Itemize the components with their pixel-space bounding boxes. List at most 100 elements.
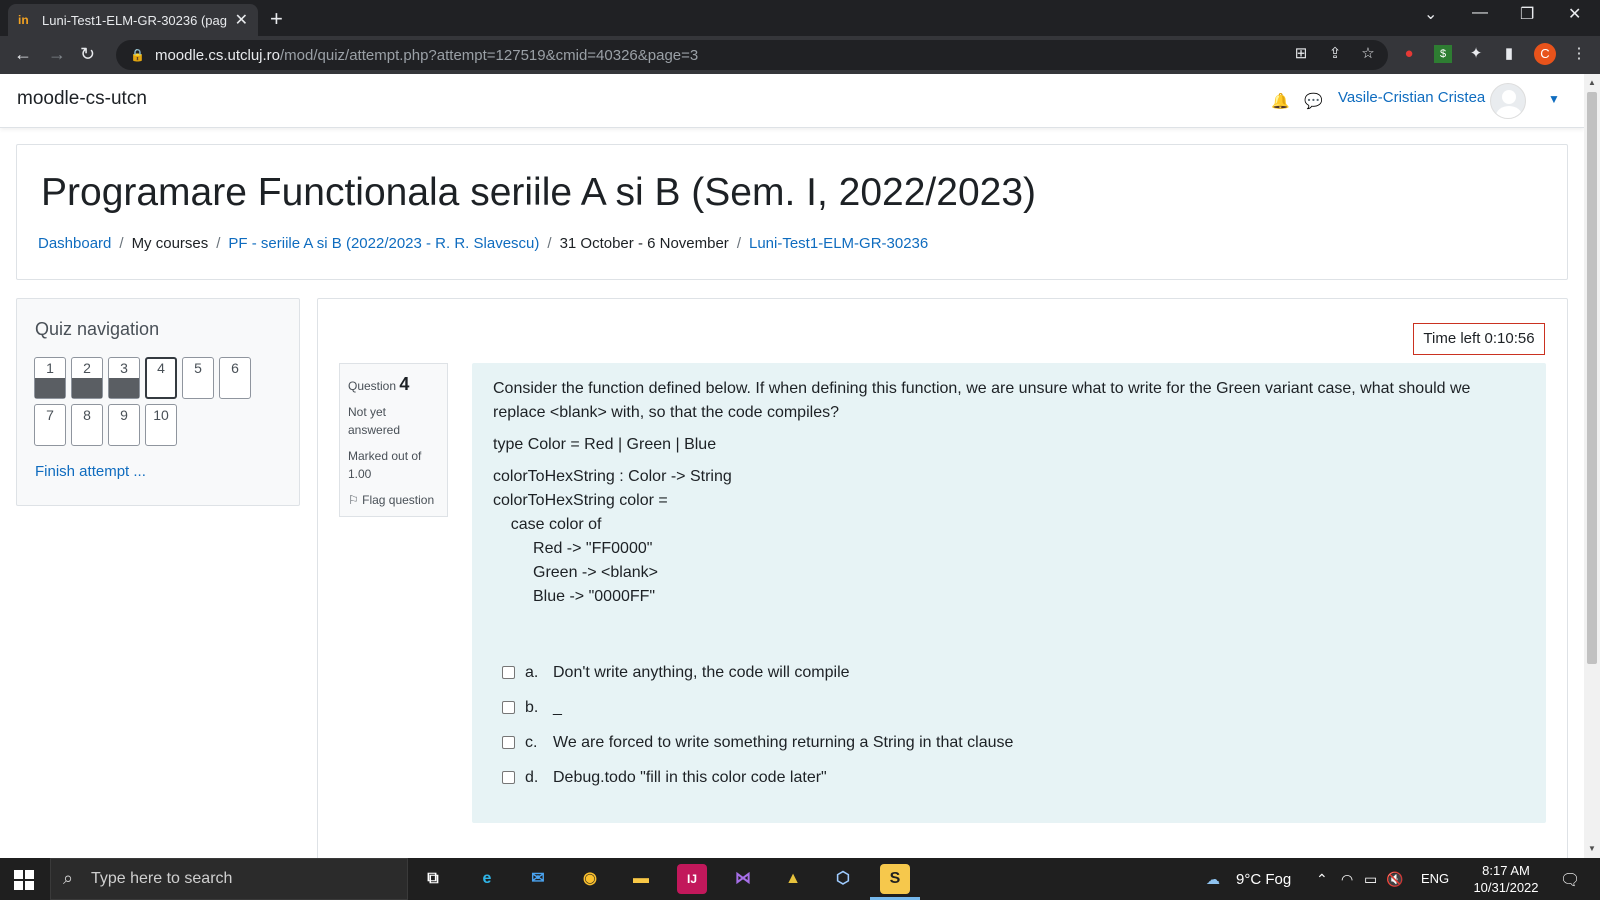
browser-tab[interactable]: in Luni-Test1-ELM-GR-30236 (page ✕ <box>8 4 258 36</box>
lock-icon: 🔒 <box>130 48 145 62</box>
moodle-favicon-icon: in <box>18 13 29 27</box>
forward-icon[interactable]: → <box>48 44 66 65</box>
virtualbox-icon[interactable]: ⬡ <box>828 864 858 894</box>
side-panel-icon[interactable]: ▮ <box>1500 45 1518 63</box>
scrollbar-thumb[interactable] <box>1587 92 1597 664</box>
chrome-icon[interactable]: ◉ <box>575 864 605 894</box>
quiz-nav-button[interactable]: 10 <box>145 404 177 446</box>
taskbar-clock[interactable]: 8:17 AM 10/31/2022 <box>1470 862 1542 896</box>
answer-letter: d. <box>525 768 539 786</box>
app-triangle-icon[interactable]: ▲ <box>778 864 808 894</box>
course-title: Programare Functionala seriile A si B (S… <box>41 171 1036 214</box>
quiz-nav-button[interactable]: 8 <box>71 404 103 446</box>
extensions-puzzle-icon[interactable]: ✦ <box>1467 45 1485 63</box>
jetbrains-ide-icon[interactable]: IJ <box>677 864 707 894</box>
answer-option-c[interactable]: c. We are forced to write something retu… <box>502 725 1013 760</box>
url-path: /mod/quiz/attempt.php?attempt=127519&cmi… <box>280 46 699 64</box>
search-placeholder: Type here to search <box>91 870 233 887</box>
type-definition: type Color = Red | Green | Blue <box>493 436 717 453</box>
breadcrumb-quiz[interactable]: Luni-Test1-ELM-GR-30236 <box>749 235 928 252</box>
extension-green-icon[interactable]: $ <box>1434 45 1452 63</box>
breadcrumb-dashboard[interactable]: Dashboard <box>38 235 111 252</box>
breadcrumb: Dashboard / My courses / PF - seriile A si B… <box>38 235 928 252</box>
notifications-icon[interactable]: 🗨 <box>1560 870 1580 890</box>
bookmark-star-icon[interactable]: ☆ <box>1359 45 1377 63</box>
finish-attempt-link[interactable]: Finish attempt ... <box>35 463 146 480</box>
battery-icon[interactable]: ▭ <box>1364 871 1377 888</box>
answer-option-b[interactable]: b. _ <box>502 690 1013 725</box>
tab-search-icon[interactable]: ⌄ <box>1424 4 1437 24</box>
answer-checkbox[interactable] <box>502 771 515 784</box>
back-icon[interactable]: ← <box>14 44 32 65</box>
clock-time: 8:17 AM <box>1482 863 1530 878</box>
close-tab-icon[interactable]: ✕ <box>235 10 248 30</box>
windows-start-icon[interactable] <box>14 870 34 890</box>
quiz-nav-button[interactable]: 2 <box>71 357 103 399</box>
quiz-navigation-block: Quiz navigation 1 2 3 4 5 6 7 8 9 10 Fin… <box>16 298 300 506</box>
breadcrumb-course[interactable]: PF - seriile A si B (2022/2023 - R. R. S… <box>228 235 539 252</box>
breadcrumb-week: 31 October - 6 November <box>559 235 729 252</box>
question-grade: Marked out of 1.00 <box>348 449 422 481</box>
quiz-nav-button-current[interactable]: 4 <box>145 357 177 399</box>
extension-red-icon[interactable]: ● <box>1400 45 1418 63</box>
answer-checkbox[interactable] <box>502 701 515 714</box>
weather-cloud-icon: ☁ <box>1206 871 1220 887</box>
wifi-icon[interactable]: ◠ <box>1341 871 1353 888</box>
answer-checkbox[interactable] <box>502 666 515 679</box>
notifications-bell-icon[interactable]: 🔔 <box>1271 92 1290 110</box>
quiz-nav-button[interactable]: 5 <box>182 357 214 399</box>
new-tab-icon[interactable]: + <box>270 6 283 32</box>
tab-title: Luni-Test1-ELM-GR-30236 (page <box>42 12 227 28</box>
mail-icon[interactable]: ✉ <box>523 864 553 894</box>
site-name[interactable]: moodle-cs-utcn <box>17 88 147 110</box>
user-avatar[interactable] <box>1490 83 1526 119</box>
answer-letter: b. <box>525 698 539 716</box>
answer-option-a[interactable]: a. Don't write anything, the code will c… <box>502 655 1013 690</box>
messages-chat-icon[interactable]: 💬 <box>1304 92 1323 110</box>
translate-icon[interactable]: ⊞ <box>1292 45 1310 63</box>
question-state: Not yet answered <box>348 405 401 437</box>
quiz-nav-button[interactable]: 3 <box>108 357 140 399</box>
quiz-nav-button[interactable]: 1 <box>34 357 66 399</box>
answer-text: We are forced to write something returni… <box>553 733 1014 751</box>
answer-option-d[interactable]: d. Debug.todo "fill in this color code l… <box>502 760 1013 795</box>
quiz-navigation-title: Quiz navigation <box>35 319 160 339</box>
reload-icon[interactable]: ↻ <box>80 44 95 65</box>
profile-avatar[interactable]: C <box>1534 43 1556 65</box>
user-name[interactable]: Vasile-Cristian Cristea <box>1338 89 1485 106</box>
quiz-nav-button[interactable]: 9 <box>108 404 140 446</box>
browser-menu-icon[interactable]: ⋮ <box>1570 45 1588 63</box>
taskbar-search-input[interactable]: ⌕ Type here to search <box>50 858 408 900</box>
language-indicator[interactable]: ENG <box>1421 871 1449 886</box>
volume-muted-icon[interactable]: 🔇 <box>1386 871 1403 888</box>
address-bar[interactable]: 🔒 moodle.cs.utcluj.ro /mod/quiz/attempt.… <box>116 40 1388 70</box>
scroll-down-icon[interactable]: ▼ <box>1588 844 1596 853</box>
visual-studio-icon[interactable]: ⋈ <box>728 864 758 894</box>
moodle-navbar: moodle-cs-utcn 🔔 💬 Vasile-Cristian Crist… <box>0 74 1584 128</box>
answer-checkbox[interactable] <box>502 736 515 749</box>
breadcrumb-separator: / <box>736 235 741 252</box>
url-host: moodle.cs.utcluj.ro <box>154 46 281 64</box>
flag-icon: ⚐ <box>348 493 359 507</box>
weather-text[interactable]: 9°C Fog <box>1236 871 1291 888</box>
code-line: colorToHexString : Color -> String <box>493 468 732 485</box>
quiz-nav-button[interactable]: 7 <box>34 404 66 446</box>
restore-icon[interactable]: ❐ <box>1520 4 1534 24</box>
answer-letter: c. <box>525 733 538 751</box>
scroll-up-icon[interactable]: ▲ <box>1588 78 1596 87</box>
breadcrumb-separator: / <box>119 235 124 252</box>
edge-icon[interactable]: e <box>472 864 502 894</box>
task-view-icon[interactable]: ⧉ <box>418 864 448 894</box>
share-icon[interactable]: ⇪ <box>1326 45 1344 63</box>
close-window-icon[interactable]: ✕ <box>1568 4 1581 24</box>
search-icon: ⌕ <box>63 868 74 888</box>
sublime-icon[interactable]: S <box>870 864 920 900</box>
show-hidden-icons-icon[interactable]: ⌃ <box>1316 871 1328 888</box>
file-explorer-icon[interactable]: ▬ <box>626 864 656 894</box>
page-scrollbar[interactable]: ▲ ▼ <box>1584 74 1600 858</box>
minimize-icon[interactable]: — <box>1472 4 1488 22</box>
user-menu-caret-icon[interactable]: ▼ <box>1548 92 1560 106</box>
answer-text: Don't write anything, the code will comp… <box>553 663 850 681</box>
flag-question-button[interactable]: ⚐ Flag question <box>348 491 439 509</box>
quiz-nav-button[interactable]: 6 <box>219 357 251 399</box>
